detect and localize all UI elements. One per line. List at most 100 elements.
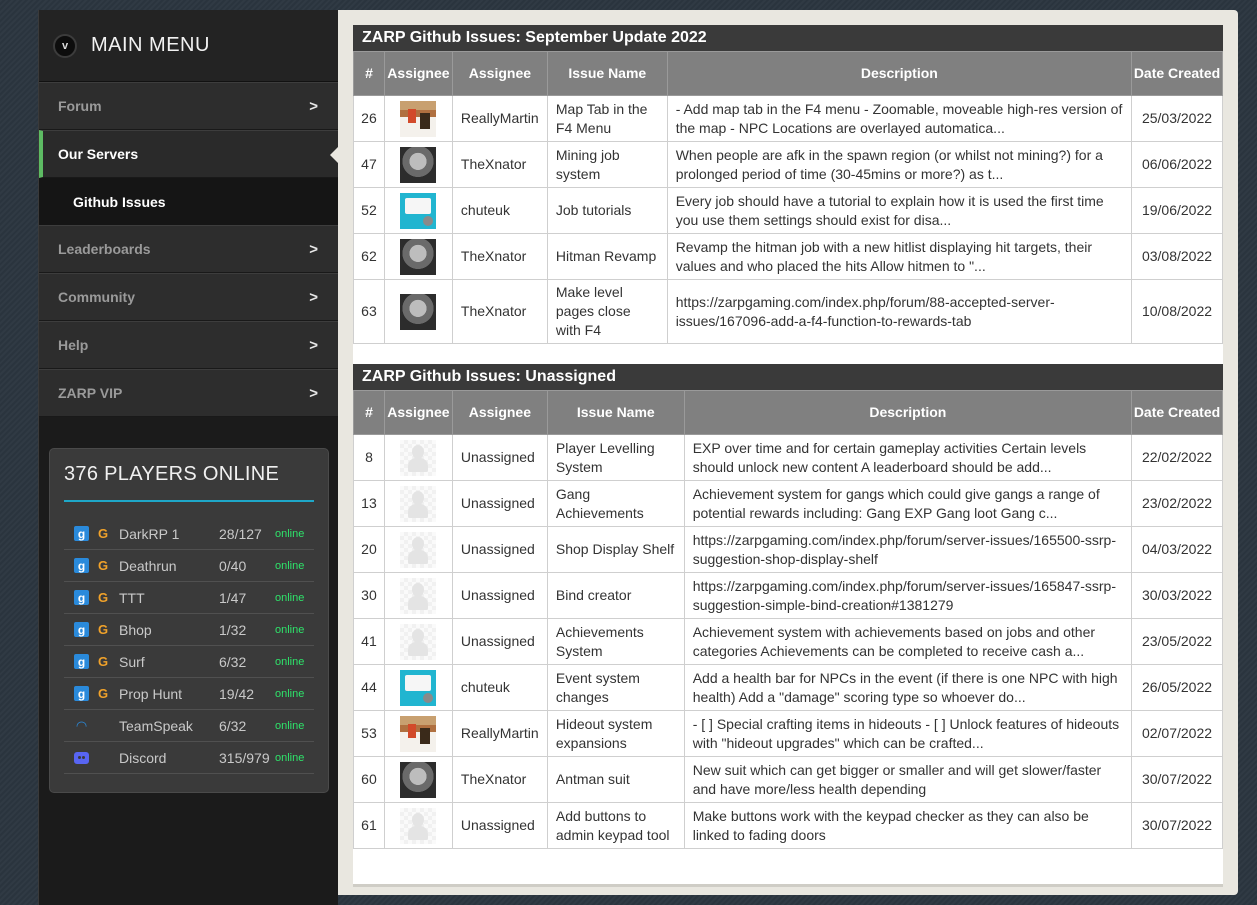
table-row[interactable]: 53 ReallyMartin Hideout system expansions -… <box>353 710 1223 757</box>
avatar <box>400 100 437 137</box>
table-row[interactable]: 47 TheXnator Mining job system When people … <box>353 141 1223 188</box>
chevron-right-icon: > <box>309 97 318 115</box>
issue-name[interactable]: Make level pages close with F4 <box>546 279 668 344</box>
column-header-issue-name[interactable]: Issue Name <box>546 390 685 435</box>
server-row[interactable]: g G DarkRP 1 28/127 online <box>64 518 314 550</box>
issue-number: 53 <box>353 710 385 757</box>
column-header-date-created[interactable]: Date Created <box>1131 390 1223 435</box>
assignee-avatar-cell <box>383 233 453 280</box>
column-header-assignee-avatar[interactable]: Assignee <box>383 51 453 96</box>
issue-name[interactable]: Mining job system <box>546 141 668 188</box>
issue-name[interactable]: Hideout system expansions <box>546 710 685 757</box>
issue-name[interactable]: Achievements System <box>546 618 685 665</box>
players-online-title: 376 PLAYERS ONLINE <box>64 463 314 502</box>
column-header-issue-name[interactable]: Issue Name <box>546 51 668 96</box>
column-header-assignee[interactable]: Assignee <box>451 51 548 96</box>
connect-icon[interactable]: G <box>95 686 111 702</box>
issue-name[interactable]: Add buttons to admin keypad tool <box>546 802 685 849</box>
issue-name[interactable]: Event system changes <box>546 664 685 711</box>
avatar <box>400 238 437 275</box>
issue-description: Every job should have a tutorial to expl… <box>666 187 1133 234</box>
nav-subitem-github-issues[interactable]: Github Issues <box>39 178 338 225</box>
issue-description: - Add map tab in the F4 menu - Zoomable,… <box>666 95 1133 142</box>
table-row[interactable]: 30 Unassigned Bind creator https://zarpgami… <box>353 572 1223 619</box>
table-row[interactable]: 44 chuteuk Event system changes Add a healt… <box>353 664 1223 711</box>
table-row[interactable]: 13 Unassigned Gang Achievements Achievement… <box>353 480 1223 527</box>
issue-description: Revamp the hitman job with a new hitlist… <box>666 233 1133 280</box>
connect-icon[interactable]: G <box>95 590 111 606</box>
table-row[interactable]: 20 Unassigned Shop Display Shelf https://za… <box>353 526 1223 573</box>
nav-item-label: Community <box>58 289 135 305</box>
column-header-number[interactable]: # <box>353 390 385 435</box>
column-header-date-created[interactable]: Date Created <box>1131 51 1223 96</box>
table-row[interactable]: 60 TheXnator Antman suit New suit which can… <box>353 756 1223 803</box>
avatar <box>400 293 437 330</box>
date-created: 02/07/2022 <box>1131 710 1223 757</box>
server-row[interactable]: g G Prop Hunt 19/42 online <box>64 678 314 710</box>
server-status: online <box>275 719 305 732</box>
server-row[interactable]: Discord 315/979 online <box>64 742 314 774</box>
nav-item-label: Help <box>58 337 89 353</box>
avatar <box>400 439 437 476</box>
menu-toggle-button[interactable]: v <box>53 33 77 58</box>
chevron-right-icon: > <box>309 288 318 306</box>
connect-icon[interactable]: G <box>95 622 111 638</box>
nav-item-community[interactable]: Community > <box>39 273 338 321</box>
nav-item-our-servers[interactable]: Our Servers <box>39 130 339 178</box>
column-header-number[interactable]: # <box>353 51 385 96</box>
table-row[interactable]: 8 Unassigned Player Levelling System EXP ov… <box>353 434 1223 481</box>
nav-item-leaderboards[interactable]: Leaderboards > <box>39 225 338 273</box>
column-header-description[interactable]: Description <box>683 390 1133 435</box>
issue-name[interactable]: Hitman Revamp <box>546 233 668 280</box>
issue-description: https://zarpgaming.com/index.php/forum/s… <box>683 572 1133 619</box>
connect-icon[interactable]: G <box>95 558 111 574</box>
server-row[interactable]: g G Surf 6/32 online <box>64 646 314 678</box>
issue-number: 61 <box>353 802 385 849</box>
table-row[interactable]: 62 TheXnator Hitman Revamp Revamp the hitma… <box>353 233 1223 280</box>
nav-item-label: Leaderboards <box>58 241 151 257</box>
nav-item-forum[interactable]: Forum > <box>39 82 338 130</box>
nav-item-zarp-vip[interactable]: ZARP VIP > <box>39 369 338 417</box>
connect-icon[interactable]: G <box>95 654 111 670</box>
chevron-right-icon: > <box>309 336 318 354</box>
assignee-name: Unassigned <box>451 526 548 573</box>
table-row[interactable]: 61 Unassigned Add buttons to admin keypad … <box>353 802 1223 849</box>
gmod-icon: g <box>74 654 89 669</box>
server-row[interactable]: g G Bhop 1/32 online <box>64 614 314 646</box>
column-header-description[interactable]: Description <box>666 51 1133 96</box>
issue-name[interactable]: Antman suit <box>546 756 685 803</box>
issue-name[interactable]: Bind creator <box>546 572 685 619</box>
main-menu-sidebar: v MAIN MENU Forum > Our Servers Github I… <box>38 10 339 905</box>
server-status: online <box>275 591 305 604</box>
avatar <box>400 715 437 752</box>
issue-name[interactable]: Map Tab in the F4 Menu <box>546 95 668 142</box>
issue-description: EXP over time and for certain gameplay a… <box>683 434 1133 481</box>
connect-icon[interactable]: G <box>95 526 111 542</box>
date-created: 22/02/2022 <box>1131 434 1223 481</box>
assignee-name: Unassigned <box>451 618 548 665</box>
table-row[interactable]: 63 TheXnator Make level pages close with F… <box>353 279 1223 344</box>
nav-item-help[interactable]: Help > <box>39 321 338 369</box>
issue-name[interactable]: Gang Achievements <box>546 480 685 527</box>
issue-number: 63 <box>353 279 385 344</box>
table-row[interactable]: 26 ReallyMartin Map Tab in the F4 Menu - Ad… <box>353 95 1223 142</box>
avatar <box>400 761 437 798</box>
server-row[interactable]: g G TTT 1/47 online <box>64 582 314 614</box>
column-header-assignee[interactable]: Assignee <box>451 390 548 435</box>
server-player-count: 6/32 <box>219 717 247 734</box>
server-row[interactable]: ◠ TeamSpeak 6/32 online <box>64 710 314 742</box>
issue-description: https://zarpgaming.com/index.php/forum/s… <box>683 526 1133 573</box>
server-status: online <box>275 559 305 572</box>
server-row[interactable]: g G Deathrun 0/40 online <box>64 550 314 582</box>
discord-icon <box>74 751 89 764</box>
issue-name[interactable]: Shop Display Shelf <box>546 526 685 573</box>
avatar <box>400 146 437 183</box>
assignee-name: ReallyMartin <box>451 710 548 757</box>
issue-description: New suit which can get bigger or smaller… <box>683 756 1133 803</box>
column-header-assignee-avatar[interactable]: Assignee <box>383 390 453 435</box>
table-row[interactable]: 41 Unassigned Achievements System Achieveme… <box>353 618 1223 665</box>
issue-name[interactable]: Job tutorials <box>546 187 668 234</box>
issue-name[interactable]: Player Levelling System <box>546 434 685 481</box>
server-status: online <box>275 623 305 636</box>
table-row[interactable]: 52 chuteuk Job tutorials Every job should h… <box>353 187 1223 234</box>
